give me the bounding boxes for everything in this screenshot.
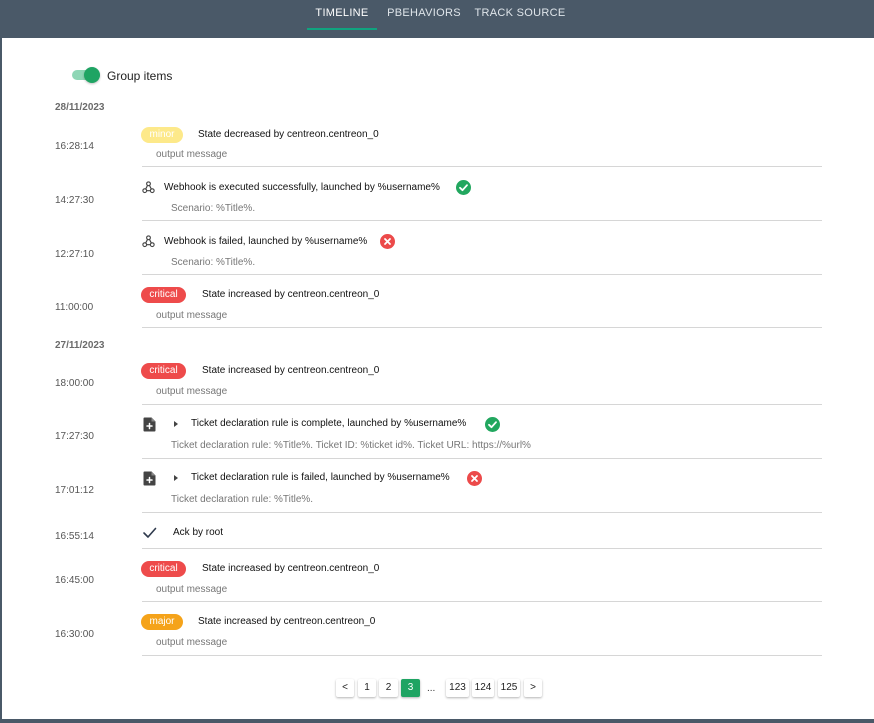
- entry-title: Webhook is executed successfully, launch…: [164, 182, 440, 193]
- severity-badge-critical: critical: [141, 363, 186, 379]
- row-divider: [142, 458, 822, 459]
- row-divider: [142, 327, 822, 328]
- entry-subtitle: Ticket declaration rule: %Title%. Ticket…: [171, 440, 531, 451]
- pagination-page-button[interactable]: 123: [446, 679, 469, 697]
- date-group-label: 27/11/2023: [55, 340, 105, 351]
- tab-label: TIMELINE: [315, 7, 369, 19]
- row-divider: [142, 601, 822, 602]
- entry-title: State increased by centreon.centreon_0: [202, 365, 380, 376]
- pagination-page-button[interactable]: 124: [472, 679, 494, 697]
- row-divider: [142, 274, 822, 275]
- fail-status-icon: [380, 234, 395, 249]
- entry-time: 11:00:00: [55, 302, 94, 313]
- row-divider: [142, 166, 822, 167]
- fail-status-icon: [467, 471, 482, 486]
- entry-time: 16:30:00: [55, 629, 94, 640]
- entry-time: 16:55:14: [55, 531, 94, 542]
- entry-subtitle: Scenario: %Title%.: [171, 257, 256, 268]
- expand-caret-icon[interactable]: [174, 421, 178, 427]
- entry-subtitle: output message: [156, 149, 228, 160]
- date-group-label: 28/11/2023: [55, 102, 105, 113]
- entry-time: 12:27:10: [55, 249, 94, 260]
- tab-timeline[interactable]: TIMELINE: [307, 0, 377, 30]
- row-divider: [142, 220, 822, 221]
- entry-time: 14:27:30: [55, 195, 94, 206]
- severity-badge-critical: critical: [141, 287, 186, 303]
- row-divider: [142, 404, 822, 405]
- row-divider: [142, 655, 822, 656]
- entry-title: State increased by centreon.centreon_0: [202, 563, 380, 574]
- entry-title: Webhook is failed, launched by %username…: [164, 236, 368, 247]
- severity-badge-critical: critical: [141, 561, 186, 577]
- entry-time: 18:00:00: [55, 378, 94, 389]
- entry-title: Ack by root: [173, 527, 224, 538]
- pagination-current-page[interactable]: 3: [401, 679, 420, 697]
- severity-badge-minor: minor: [141, 127, 183, 143]
- expand-caret-icon[interactable]: [174, 475, 178, 481]
- pagination-prev-button[interactable]: <: [336, 679, 354, 697]
- entry-time: 16:28:14: [55, 141, 94, 152]
- group-items-toggle[interactable]: [70, 67, 102, 83]
- file-add-icon: [143, 417, 156, 432]
- entry-subtitle: output message: [156, 637, 228, 648]
- entry-title: Ticket declaration rule is failed, launc…: [191, 472, 450, 483]
- entry-title: State decreased by centreon.centreon_0: [198, 129, 379, 140]
- toggle-thumb: [84, 67, 100, 83]
- pagination-page-button[interactable]: 125: [498, 679, 520, 697]
- entry-time: 16:45:00: [55, 575, 94, 586]
- webhook-icon: [142, 181, 155, 194]
- entry-subtitle: Ticket declaration rule: %Title%.: [171, 494, 314, 505]
- entry-title: State increased by centreon.centreon_0: [202, 289, 380, 300]
- pagination-ellipsis: ...: [427, 683, 436, 694]
- entry-subtitle: output message: [156, 584, 228, 595]
- tab-pbehaviors[interactable]: PBEHAVIORS: [386, 0, 462, 30]
- tab-label: PBEHAVIORS: [387, 7, 461, 19]
- pagination-next-button[interactable]: >: [524, 679, 542, 697]
- entry-subtitle: Scenario: %Title%.: [171, 203, 256, 214]
- check-icon: [143, 527, 157, 538]
- timeline-panel: Group items 28/11/2023 16:28:14 minor St…: [2, 38, 874, 719]
- entry-title: Ticket declaration rule is complete, lau…: [191, 418, 467, 429]
- entry-subtitle: output message: [156, 386, 228, 397]
- entry-time: 17:27:30: [55, 431, 94, 442]
- entry-time: 17:01:12: [55, 485, 94, 496]
- success-status-icon: [485, 417, 500, 432]
- tab-bar: TIMELINE PBEHAVIORS TRACK SOURCE: [0, 0, 874, 36]
- row-divider: [142, 548, 822, 549]
- group-items-label: Group items: [107, 69, 173, 83]
- entry-title: State increased by centreon.centreon_0: [198, 616, 376, 627]
- file-add-icon: [143, 471, 156, 486]
- webhook-icon: [142, 235, 155, 248]
- success-status-icon: [456, 180, 471, 195]
- row-divider: [142, 512, 822, 513]
- entry-subtitle: output message: [156, 310, 228, 321]
- pagination-page-button[interactable]: 1: [358, 679, 376, 697]
- tab-track-source[interactable]: TRACK SOURCE: [474, 0, 566, 30]
- tab-label: TRACK SOURCE: [474, 7, 566, 19]
- tab-active-indicator: [307, 28, 377, 30]
- pagination-page-button[interactable]: 2: [379, 679, 398, 697]
- severity-badge-major: major: [141, 614, 183, 630]
